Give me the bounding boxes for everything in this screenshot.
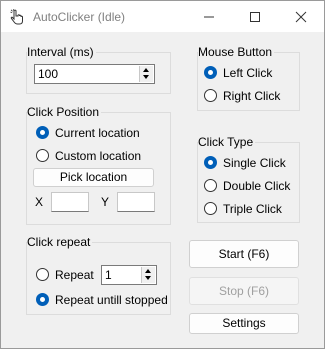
- maximize-icon: [250, 12, 260, 22]
- custom-location-label: Custom location: [55, 149, 142, 163]
- x-coordinate-input[interactable]: [51, 192, 89, 212]
- interval-value: 100: [38, 67, 59, 81]
- interval-group: Interval (ms) 100: [26, 45, 171, 94]
- left-click-label: Left Click: [223, 66, 273, 80]
- right-click-label: Right Click: [223, 89, 281, 103]
- stop-button[interactable]: Stop (F6): [189, 277, 299, 305]
- mouse-button-group: Mouse Button Left Click Right Click: [197, 45, 300, 111]
- click-position-label: Click Position: [27, 105, 102, 119]
- interval-label: Interval (ms): [27, 45, 96, 59]
- single-click-label: Single Click: [223, 156, 286, 170]
- click-type-label: Click Type: [198, 135, 256, 149]
- triple-click-label: Triple Click: [223, 202, 282, 216]
- pick-location-button[interactable]: Pick location: [33, 168, 154, 187]
- repeat-decrement-button[interactable]: [142, 275, 155, 283]
- y-coordinate-input[interactable]: [117, 192, 155, 212]
- repeat-until-stopped-label: Repeat untill stopped: [55, 293, 168, 307]
- current-location-label: Current location: [55, 126, 140, 140]
- interval-decrement-button[interactable]: [140, 74, 153, 82]
- click-position-group: Click Position Current location Custom l…: [26, 105, 171, 225]
- x-label: X: [35, 195, 44, 209]
- repeat-count-spinbox[interactable]: 1: [101, 265, 157, 285]
- cursor-hand-icon: [9, 9, 25, 25]
- minimize-icon: [204, 16, 214, 18]
- maximize-button[interactable]: [232, 1, 278, 32]
- click-repeat-label: Click repeat: [27, 235, 93, 249]
- title-bar[interactable]: AutoClicker (Idle): [1, 1, 324, 32]
- mouse-button-label: Mouse Button: [198, 45, 275, 59]
- start-button[interactable]: Start (F6): [189, 240, 299, 268]
- repeat-label: Repeat: [55, 268, 94, 282]
- y-label: Y: [101, 195, 110, 209]
- close-button[interactable]: [278, 1, 324, 32]
- repeat-count-value: 1: [105, 268, 112, 282]
- autoclicker-window: AutoClicker (Idle) Interval (ms) 100 Mou…: [0, 0, 325, 349]
- click-type-group: Click Type Single Click Double Click Tri…: [197, 135, 300, 223]
- interval-spinbox[interactable]: 100: [34, 64, 155, 84]
- minimize-button[interactable]: [186, 1, 232, 32]
- close-icon: [295, 11, 307, 23]
- click-repeat-group: Click repeat Repeat 1 Repeat untill stop…: [26, 235, 171, 315]
- settings-button[interactable]: Settings: [189, 313, 299, 334]
- window-title: AutoClicker (Idle): [33, 10, 126, 24]
- double-click-label: Double Click: [223, 179, 291, 193]
